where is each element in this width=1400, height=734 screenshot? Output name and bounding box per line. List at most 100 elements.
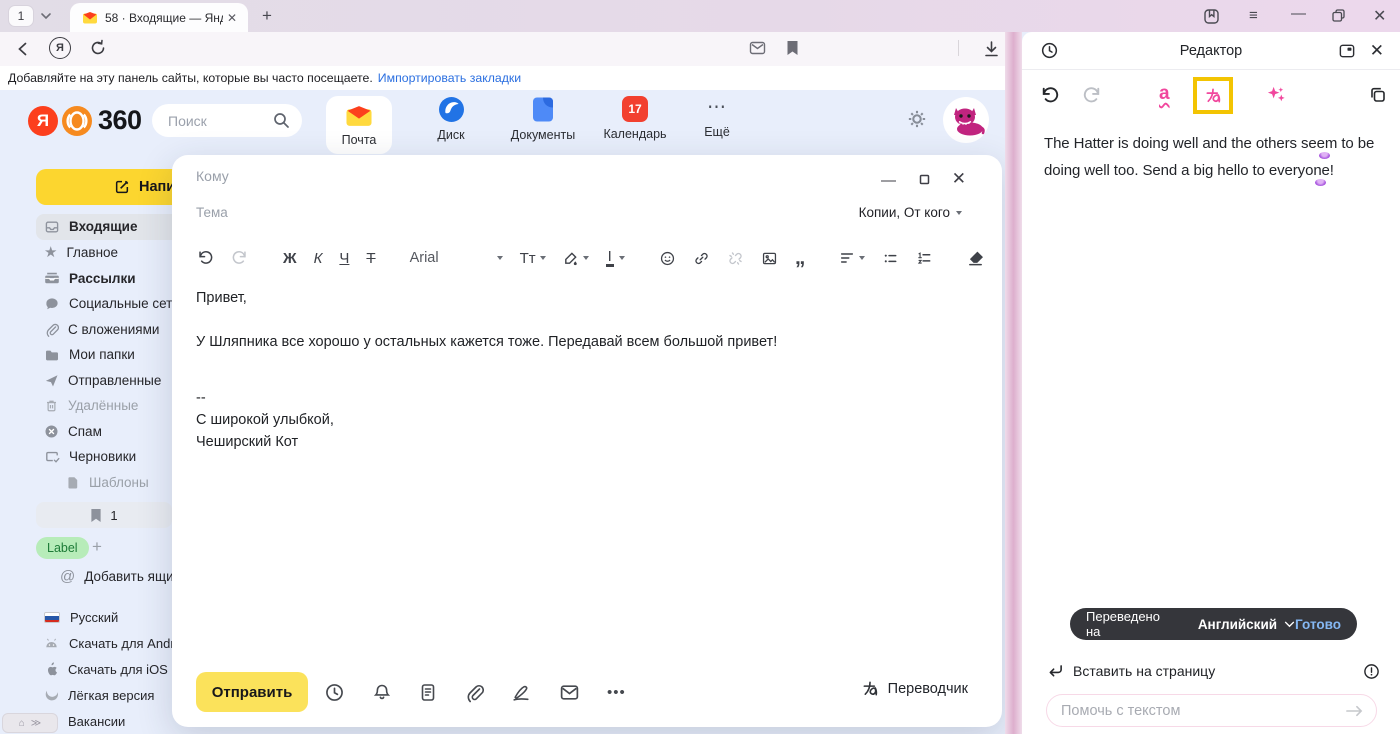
unlink-icon[interactable] — [727, 250, 744, 267]
folder-label: С вложениями — [68, 322, 159, 337]
undo-icon[interactable] — [196, 249, 214, 267]
send-later-clock-icon[interactable] — [324, 682, 345, 703]
app-mail[interactable]: Почта — [326, 96, 392, 154]
insert-image-icon[interactable] — [761, 250, 778, 267]
tab-groups-icon[interactable] — [1203, 8, 1220, 25]
insert-row[interactable]: Вставить на страницу — [1022, 658, 1400, 684]
template-icon[interactable] — [419, 682, 437, 703]
close-window-icon[interactable]: ✕ — [1373, 6, 1386, 26]
app-more[interactable]: ⋯ Ещё — [694, 96, 740, 139]
editor-redo-icon[interactable] — [1082, 85, 1103, 106]
saved-bookmarks-pill[interactable]: 1 — [36, 502, 172, 528]
more-options-icon[interactable]: ••• — [607, 684, 626, 701]
compose-close-icon[interactable]: ✕ — [952, 169, 966, 189]
add-label-button[interactable]: + — [92, 537, 102, 557]
panel-divider[interactable] — [1005, 32, 1022, 734]
strikethrough-button[interactable]: Т — [366, 250, 375, 267]
attach-paperclip-icon[interactable] — [464, 682, 484, 703]
sidebar-item-main[interactable]: ★ Главное — [36, 240, 186, 266]
yandex360-logo[interactable]: Я 360 — [28, 105, 142, 136]
compose-minimize-icon[interactable]: — — [881, 172, 896, 189]
back-icon[interactable] — [14, 40, 32, 58]
tab-close-icon[interactable]: ✕ — [227, 11, 237, 25]
folder-label: Отправленные — [68, 373, 161, 388]
link-icon[interactable] — [693, 250, 710, 267]
spellcheck-icon[interactable]: a — [1159, 83, 1170, 105]
translator-button[interactable]: Переводчик — [861, 679, 968, 698]
eraser-icon[interactable] — [967, 250, 984, 267]
done-button[interactable]: Готово — [1295, 617, 1341, 632]
panel-close-icon[interactable]: ✕ — [1370, 41, 1384, 61]
sidebar-item-social[interactable]: Социальные сети — [36, 291, 186, 317]
sidebar-item-my-folders[interactable]: Мои папки — [36, 342, 186, 368]
editor-undo-icon[interactable] — [1039, 85, 1060, 106]
mail-notify-icon[interactable] — [749, 41, 766, 55]
redo-icon[interactable] — [231, 249, 249, 267]
translate-kana-icon[interactable] — [1204, 86, 1223, 105]
browser-tab[interactable]: 58 · Входящие — Янде ✕ — [70, 3, 248, 32]
label-chip[interactable]: Label — [36, 537, 89, 559]
history-clock-icon[interactable] — [1040, 41, 1059, 60]
highlight-color-select[interactable] — [563, 251, 589, 266]
font-family-select[interactable]: Arial — [410, 250, 503, 266]
app-calendar[interactable]: 17 Календарь — [602, 96, 668, 141]
import-bookmarks-link[interactable]: Импортировать закладки — [378, 71, 521, 85]
ai-sparkles-icon[interactable] — [1265, 84, 1288, 107]
align-select[interactable] — [839, 250, 865, 266]
sidebar-item-sent[interactable]: Отправленные — [36, 368, 186, 394]
search-icon[interactable] — [273, 112, 290, 129]
bullet-list-icon[interactable] — [882, 250, 899, 267]
envelope-icon[interactable] — [559, 683, 580, 702]
ai-prompt-input[interactable] — [1061, 703, 1345, 719]
quote-icon[interactable]: „ — [795, 253, 806, 263]
text-color-select[interactable]: I — [606, 249, 625, 267]
tabs-chevron-icon[interactable] — [40, 12, 52, 20]
to-field[interactable] — [196, 168, 796, 184]
tab-counter[interactable]: 1 — [8, 5, 34, 27]
reminder-bell-icon[interactable] — [372, 682, 392, 703]
italic-button[interactable]: К — [314, 250, 323, 267]
underline-button[interactable]: Ч — [339, 250, 349, 267]
font-size-select[interactable]: Tт — [520, 250, 546, 267]
sidebar-item-trash[interactable]: Удалённые — [36, 393, 186, 419]
menu-icon[interactable]: ≡ — [1249, 7, 1258, 24]
message-body[interactable]: Привет, У Шляпника все хорошо у остальны… — [196, 287, 956, 453]
yandex-logo-icon[interactable]: Я — [49, 37, 71, 59]
info-icon[interactable] — [1363, 663, 1380, 680]
signature-pen-icon[interactable] — [511, 682, 532, 703]
ai-prompt-box[interactable] — [1046, 694, 1377, 727]
submit-arrow-icon[interactable] — [1345, 704, 1364, 718]
bookmark-icon[interactable] — [786, 40, 799, 56]
sidebar-item-attachments[interactable]: С вложениями — [36, 317, 186, 343]
cc-from-toggle[interactable]: Копии, От кого — [859, 205, 962, 220]
numbered-list-icon[interactable] — [916, 250, 933, 267]
subject-field[interactable] — [196, 205, 696, 220]
app-disk[interactable]: Диск — [418, 96, 484, 142]
translated-text[interactable]: The Hatter is doing well and the others … — [1044, 131, 1384, 184]
minimize-icon[interactable]: — — [1291, 5, 1306, 22]
user-avatar[interactable] — [943, 97, 989, 143]
new-tab-button[interactable]: + — [262, 6, 272, 26]
refresh-icon[interactable] — [89, 39, 107, 57]
restore-window-icon[interactable] — [1331, 8, 1346, 23]
compose-bottom-toolbar: ••• — [324, 682, 626, 703]
search-box[interactable] — [152, 104, 302, 137]
russian-flag-icon — [44, 612, 60, 623]
search-input[interactable] — [168, 113, 273, 129]
settings-gear-icon[interactable] — [906, 108, 928, 130]
body-line: Привет, — [196, 287, 956, 309]
sidebar-item-newsletters[interactable]: Рассылки — [36, 266, 186, 292]
app-docs[interactable]: Документы — [510, 96, 576, 142]
corner-widget[interactable]: ⌂≫ — [2, 713, 58, 733]
compose-expand-icon[interactable] — [919, 174, 930, 185]
sidebar-item-spam[interactable]: Спам — [36, 419, 186, 445]
emoji-icon[interactable] — [659, 250, 676, 267]
copy-icon[interactable] — [1368, 85, 1388, 105]
bold-button[interactable]: Ж — [283, 250, 297, 267]
send-button[interactable]: Отправить — [196, 672, 308, 712]
language-select[interactable]: Английский — [1198, 617, 1295, 632]
download-icon[interactable] — [983, 40, 1000, 58]
sidebar-item-inbox[interactable]: Входящие — [36, 214, 172, 240]
sidebar-item-drafts[interactable]: Черновики — [36, 444, 186, 470]
open-in-window-icon[interactable] — [1338, 42, 1356, 60]
